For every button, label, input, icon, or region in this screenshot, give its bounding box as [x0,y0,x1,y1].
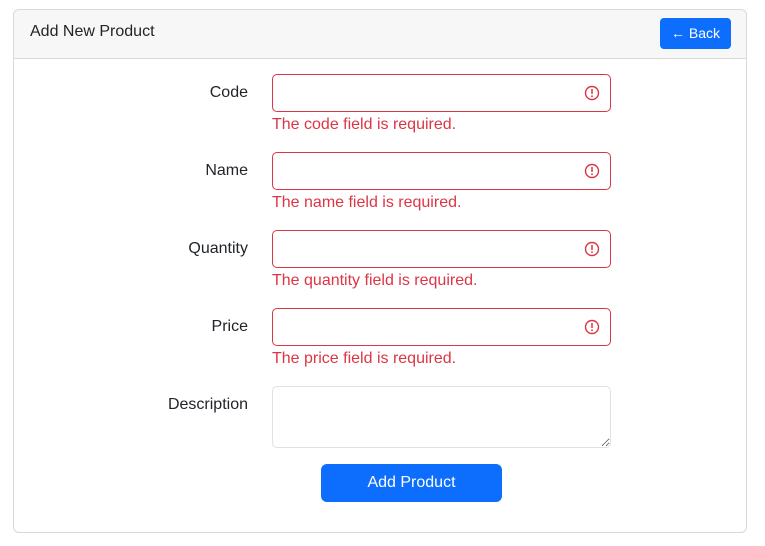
page-title: Add New Product [30,23,155,40]
quantity-input[interactable] [272,230,611,268]
quantity-label: Quantity [188,240,248,257]
code-input-wrapper [272,74,611,112]
exclamation-circle-icon [584,163,600,179]
add-product-card: Add New Product ← Back Code The code fie… [13,9,747,533]
code-error: The code field is required. [272,116,457,133]
name-label: Name [205,162,248,179]
quantity-error: The quantity field is required. [272,272,478,289]
exclamation-circle-icon [584,319,600,335]
price-input[interactable] [272,308,611,346]
description-label: Description [167,396,248,413]
code-label: Code [209,84,248,101]
quantity-input-wrapper [272,230,611,268]
exclamation-circle-icon [584,85,600,101]
price-error: The price field is required. [272,350,457,367]
exclamation-circle-icon [584,241,600,257]
code-input[interactable] [272,74,611,112]
add-product-button[interactable]: Add Product [321,464,502,502]
description-textarea[interactable] [272,386,611,448]
price-label: Price [211,318,248,335]
price-input-wrapper [272,308,611,346]
name-input-wrapper [272,152,611,190]
name-error: The name field is required. [272,194,462,211]
card-header: Add New Product ← Back [14,10,746,59]
name-input[interactable] [272,152,611,190]
back-button[interactable]: ← Back [659,18,731,49]
